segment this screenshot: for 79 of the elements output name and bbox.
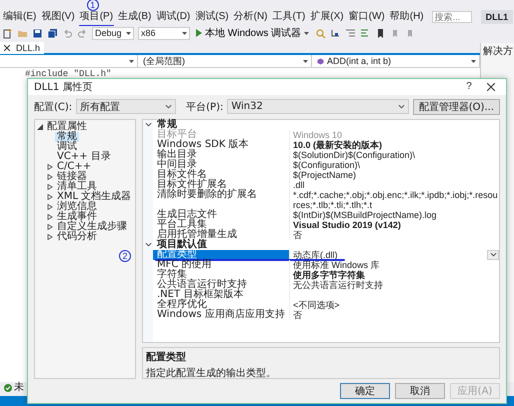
property-value: Windows 10: [292, 130, 342, 140]
property-value: $(IntDir)$(MSBuildProjectName).log: [292, 210, 437, 220]
platform-select[interactable]: Win32: [227, 99, 409, 114]
tree-item[interactable]: 清单工具: [55, 182, 99, 192]
property-value: 使用标准 Windows 库: [292, 260, 380, 270]
property-value: .dll: [292, 180, 305, 190]
field-label: 平台(P):: [186, 100, 224, 114]
property-name[interactable]: 全程序优化: [153, 300, 289, 310]
property-name[interactable]: 输出目录: [153, 150, 289, 160]
tree-item[interactable]: 自定义生成步骤: [55, 222, 129, 232]
project-name: DLL1: [480, 10, 514, 24]
tree-item[interactable]: 配置属性: [45, 122, 89, 132]
tree-item[interactable]: 代码分析: [55, 232, 99, 242]
section-title[interactable]: 项目默认值: [153, 240, 289, 250]
menu-item[interactable]: 扩展(X): [309, 11, 345, 23]
property-value: 无公共语言运行时支持: [292, 280, 383, 290]
menu-item[interactable]: 工具(T): [272, 11, 306, 23]
property-value: $(ProjectName): [292, 170, 356, 180]
property-value: $(Configuration)\: [292, 160, 360, 170]
dialog-title: DLL1 属性页: [34, 80, 94, 94]
menu-item[interactable]: 分析(N): [232, 11, 268, 23]
property-name[interactable]: Windows SDK 版本: [153, 140, 289, 150]
help-button[interactable]: ?: [458, 80, 480, 94]
property-value: <不同选项>: [292, 300, 340, 310]
menu-item[interactable]: 帮助(H): [388, 11, 425, 23]
code-line: #include "DLL.h": [25, 69, 112, 79]
platform-dropdown[interactable]: x86: [138, 26, 190, 40]
menu-item[interactable]: 生成(B): [117, 11, 152, 23]
menu-item[interactable]: 视图(V): [40, 11, 76, 23]
field-label: 配置(C):: [34, 100, 72, 114]
configuration-manager-button[interactable]: 配置管理器(O)...: [412, 98, 500, 115]
property-value: *.cdf;*.cache;*.obj;*.obj.enc;*.ilk;*.ipdb;*.iobj;*.resources;*.tlb;*.tli;*.tlh;*.t: [292, 190, 499, 210]
property-value: $(SolutionDir)$(Configuration)\: [292, 150, 416, 160]
tree-item[interactable]: XML 文档生成器: [55, 192, 134, 202]
description-text: 指定此配置生成的输出类型。: [146, 366, 277, 380]
dialog-button[interactable]: 确定: [340, 383, 390, 400]
property-name[interactable]: .NET 目标框架版本: [153, 290, 289, 300]
tree-item[interactable]: 链接器: [55, 172, 89, 182]
circled-number: 1: [86, 0, 99, 11]
circled-number: 2: [119, 250, 131, 262]
property-name[interactable]: 平台工具集: [153, 220, 289, 230]
search-field[interactable]: 搜索...: [432, 11, 472, 23]
menu-item[interactable]: 测试(S): [194, 11, 230, 23]
property-name[interactable]: 公共语言运行时支持: [153, 280, 289, 290]
menu-item[interactable]: 窗口(W): [348, 11, 386, 23]
configuration-select[interactable]: 所有配置: [76, 99, 176, 114]
property-name[interactable]: 中间目录: [153, 160, 289, 170]
tree-item[interactable]: 生成事件: [55, 212, 99, 222]
property-name[interactable]: MFC 的使用: [153, 260, 289, 270]
tree-item[interactable]: 调试: [55, 142, 79, 152]
property-value: 使用多字节字符集: [292, 270, 365, 280]
menu-item[interactable]: 项目(P): [78, 11, 114, 23]
property-name[interactable]: 目标文件扩展名: [153, 180, 289, 190]
file-tab[interactable]: DLL.h: [0, 42, 44, 54]
property-value: 10.0 (最新安装的版本): [292, 140, 382, 150]
property-name[interactable]: 启用托管增量生成: [153, 230, 289, 240]
run-button[interactable]: 本地 Windows 调试器: [194, 26, 312, 40]
property-value: 动态库(.dll): [292, 250, 338, 260]
property-value: 否: [292, 230, 302, 240]
dialog-button[interactable]: 取消: [395, 383, 445, 400]
property-name[interactable]: 目标文件名: [153, 170, 289, 180]
tree-item[interactable]: 浏览信息: [55, 202, 99, 212]
property-value: 否: [292, 310, 302, 320]
property-name[interactable]: 字符集: [153, 270, 289, 280]
tree-item[interactable]: VC++ 目录: [55, 152, 113, 162]
property-name[interactable]: Windows 应用商店应用支持: [153, 310, 289, 320]
menu-item[interactable]: 编辑(E): [2, 11, 38, 23]
scope-dropdown[interactable]: (全局范围): [140, 55, 312, 67]
property-name[interactable]: 清除时要删除的扩展名: [153, 190, 289, 210]
section-title[interactable]: 常规: [153, 120, 289, 130]
description-title: 配置类型: [146, 350, 187, 364]
configuration-dropdown[interactable]: Debug: [92, 26, 134, 40]
tree-item[interactable]: C/C++: [55, 162, 94, 172]
tree-item[interactable]: 常规: [55, 132, 79, 142]
status-text: 未: [14, 383, 24, 393]
panel-title: 解决方: [482, 44, 514, 59]
menu-item[interactable]: 调试(D): [155, 11, 192, 23]
property-name[interactable]: 生成日志文件: [153, 210, 289, 220]
property-value: Visual Studio 2019 (v142): [292, 220, 401, 230]
